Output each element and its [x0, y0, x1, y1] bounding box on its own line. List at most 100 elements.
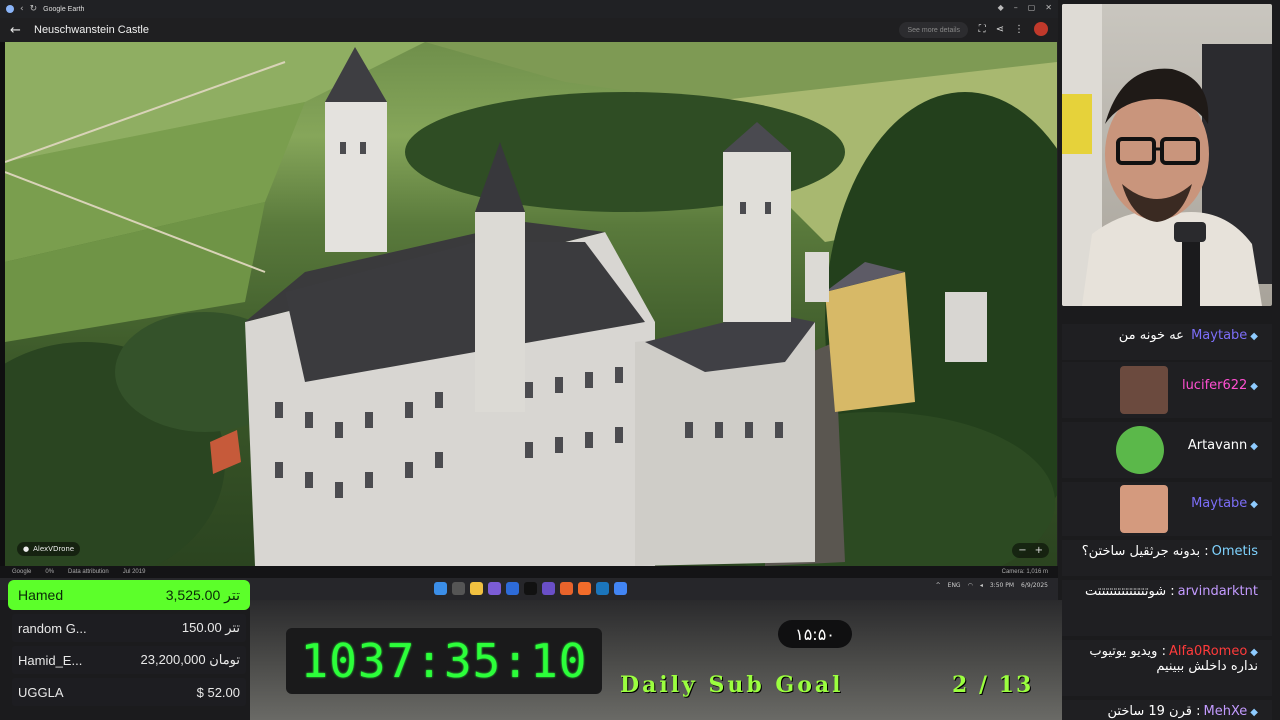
start-icon[interactable] [434, 582, 447, 595]
firefox-icon[interactable] [560, 582, 573, 595]
sub-goal-count: 2 / 13 [952, 672, 1034, 698]
diamond-badge-icon: ◆ [1250, 331, 1258, 342]
volume-icon[interactable]: ◂ [980, 582, 983, 589]
face-emote [1120, 485, 1168, 533]
extension-icon[interactable]: ◆ [998, 3, 1004, 12]
sub-goal-label: Daily Sub Goal [620, 672, 844, 698]
castle-3d-view[interactable]: ● AlexVDrone − + [5, 42, 1057, 566]
wifi-icon[interactable]: ◠ [968, 582, 973, 589]
stream-clock: ۱۵:۵۰ [778, 620, 852, 648]
obs-icon[interactable] [542, 582, 555, 595]
earth-header: ← Neuschwanstein Castle See more details… [0, 18, 1058, 42]
donor-row: Hamid_E... 23,200,000 تومان [12, 646, 246, 674]
system-tray: ^ ENG ◠ ◂ 3:50 PM 6/9/2025 [936, 582, 1048, 589]
chat-username[interactable]: Maytabe [1191, 496, 1247, 511]
zoom-in-icon[interactable]: + [1035, 545, 1043, 556]
chat-username[interactable]: Ometis [1212, 544, 1258, 559]
subathon-timer: 1037:35:10 [286, 628, 602, 694]
webcam-figure [1062, 4, 1272, 306]
photo-credit[interactable]: ● AlexVDrone [17, 542, 81, 556]
browser-tab-title[interactable]: Google Earth [43, 6, 84, 13]
top-donor-amount: 3,525.00 تتر [165, 586, 240, 603]
chat-message: ◆Maytabe عه خونه من [1062, 324, 1272, 360]
brave-icon[interactable] [578, 582, 591, 595]
drone-icon: ● [23, 545, 30, 553]
search-icon[interactable] [452, 582, 465, 595]
chat-text: بدونه جرثقیل ساختن؟ [1081, 544, 1201, 559]
close-icon[interactable]: ✕ [1045, 3, 1052, 12]
account-avatar[interactable] [1034, 22, 1048, 36]
donor-row: UGGLA $ 52.00 [12, 678, 246, 706]
file-explorer-icon[interactable] [470, 582, 483, 595]
zoom-controls: − + [1012, 543, 1049, 558]
chat-text: شوتتتتتتتتتتتتتت [1085, 584, 1167, 599]
chat-message: ◆Maytabe [1062, 482, 1272, 536]
diamond-badge-icon: ◆ [1250, 707, 1258, 718]
footer-brand: Google [12, 569, 32, 575]
footer-percent: 0% [45, 569, 55, 575]
vscode-icon[interactable] [506, 582, 519, 595]
chat-username[interactable]: Maytabe [1191, 328, 1247, 343]
diamond-badge-icon: ◆ [1250, 499, 1258, 510]
place-title: Neuschwanstein Castle [34, 24, 149, 36]
back-nav-icon[interactable]: ‹ [20, 4, 24, 14]
telegram-icon[interactable] [596, 582, 609, 595]
browser-tab-bar: ‹ ↻ Google Earth ◆ – ▢ ✕ [0, 0, 1058, 18]
top-donor: Hamed 3,525.00 تتر [8, 580, 250, 610]
imagery-date: Jul 2019 [122, 569, 146, 575]
see-more-details-button[interactable]: See more details [899, 22, 968, 38]
chat-message: Ometis: بدونه جرثقیل ساختن؟ [1062, 540, 1272, 576]
chat-message: ◆lucifer622 [1062, 362, 1272, 418]
fullscreen-icon[interactable]: ⛶ [979, 24, 986, 35]
chat-emote [1120, 366, 1168, 414]
chat-message: ◆Artavann [1062, 422, 1272, 478]
donor-name: random G... [18, 620, 87, 636]
chat-panel: ◆Maytabe عه خونه من ◆lucifer622 ◆Artavan… [1062, 310, 1272, 720]
x-icon[interactable] [524, 582, 537, 595]
chat-message: ◆MehXe: قرن 19 ساختن [1062, 700, 1272, 720]
data-attribution-link[interactable]: Data attribution [68, 569, 109, 575]
top-donor-name: Hamed [18, 587, 64, 603]
streamer-webcam [1062, 4, 1272, 306]
photo-credit-name: AlexVDrone [33, 545, 75, 553]
chat-username[interactable]: Artavann [1188, 438, 1247, 453]
diamond-badge-icon: ◆ [1250, 441, 1258, 452]
more-options-icon[interactable]: ⋮ [1014, 24, 1024, 35]
browser-window: ‹ ↻ Google Earth ◆ – ▢ ✕ ← Neuschwanstei… [0, 0, 1058, 600]
chrome-taskbar-icon[interactable] [614, 582, 627, 595]
chat-username[interactable]: lucifer622 [1182, 378, 1247, 393]
back-arrow-icon[interactable]: ← [10, 23, 26, 38]
camera-altitude: Camera: 1,016 m [1001, 569, 1048, 575]
share-icon[interactable]: ⋖ [996, 24, 1004, 35]
chat-username[interactable]: MehXe [1204, 704, 1248, 719]
tray-date[interactable]: 6/9/2025 [1021, 582, 1048, 589]
zoom-out-icon[interactable]: − [1018, 545, 1026, 556]
taskbar-apps [434, 582, 627, 595]
window-controls: ◆ – ▢ ✕ [998, 3, 1052, 12]
header-actions: ⛶ ⋖ ⋮ [979, 22, 1048, 36]
donor-row: random G... 150.00 تتر [12, 614, 246, 642]
donor-amount: 150.00 تتر [181, 620, 240, 635]
app-icon[interactable] [488, 582, 501, 595]
diamond-badge-icon: ◆ [1250, 647, 1258, 658]
donations-leaderboard: Hamed 3,525.00 تتر random G... 150.00 تت… [8, 580, 250, 706]
tray-time[interactable]: 3:50 PM [990, 582, 1014, 589]
donor-name: Hamid_E... [18, 652, 83, 668]
stream-screen: ‹ ↻ Google Earth ◆ – ▢ ✕ ← Neuschwanstei… [0, 0, 1280, 720]
diamond-badge-icon: ◆ [1250, 381, 1258, 392]
castle-scene-illustration [5, 42, 1057, 566]
maximize-icon[interactable]: ▢ [1028, 3, 1036, 12]
chat-username[interactable]: arvindarktnt [1178, 584, 1258, 599]
reload-icon[interactable]: ↻ [30, 4, 38, 14]
earth-footer: Google 0% Data attribution Jul 2019 Came… [0, 566, 1058, 578]
chat-username[interactable]: Alfa0Romeo [1169, 644, 1247, 659]
pepe-emote [1116, 426, 1164, 474]
minimize-icon[interactable]: – [1014, 3, 1018, 12]
chat-text: عه خونه من [1118, 328, 1184, 343]
tray-chevron-icon[interactable]: ^ [936, 582, 941, 589]
donor-name: UGGLA [18, 684, 64, 700]
language-indicator[interactable]: ENG [948, 582, 961, 589]
donor-amount: $ 52.00 [196, 684, 240, 700]
chrome-icon [6, 5, 14, 13]
chat-message: ◆Alfa0Romeo: ویدیو یوتیوب نداره داخلش بب… [1062, 640, 1272, 696]
